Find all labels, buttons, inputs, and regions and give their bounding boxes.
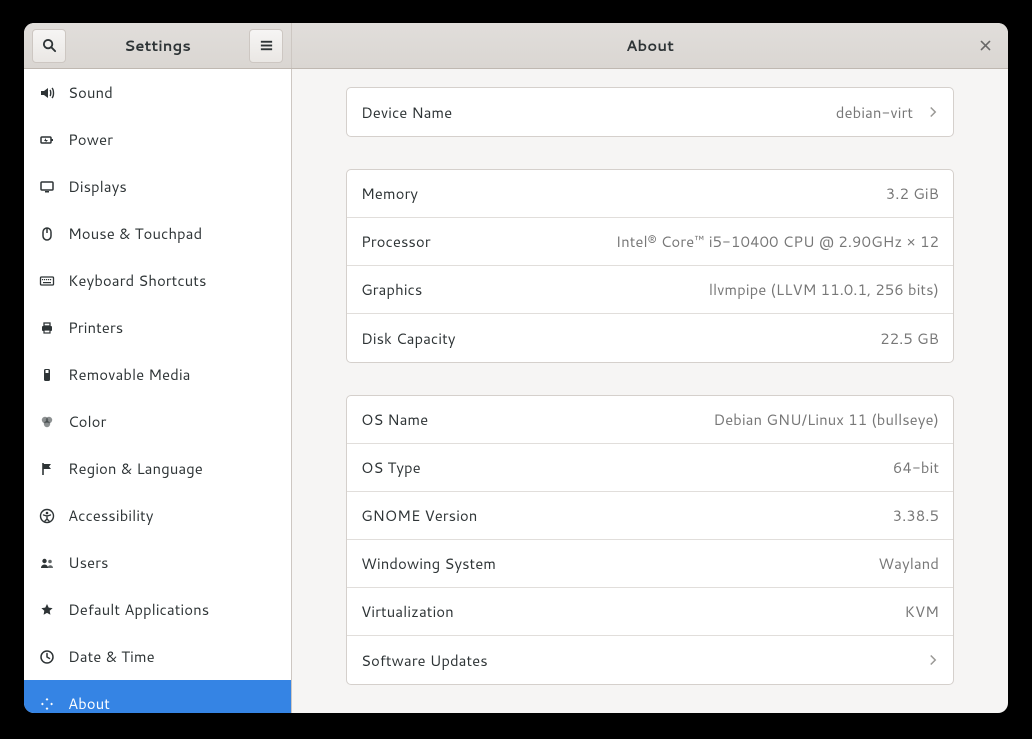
sidebar-item-region[interactable]: Region & Language (24, 445, 291, 492)
search-button[interactable] (32, 29, 66, 63)
hardware-panel: Memory 3.2 GiB Processor Intel® Core™ i5-10… (346, 169, 954, 363)
sidebar-item-label: Power (68, 129, 113, 150)
plus-icon (38, 695, 56, 713)
row-label: Windowing System (361, 553, 496, 574)
sidebar-item-default[interactable]: Default Applications (24, 586, 291, 633)
hardware-row-2: Graphics llvmpipe (LLVM 11.0.1, 256 bits) (347, 266, 953, 314)
sidebar-item-power[interactable]: Power (24, 116, 291, 163)
row-label: Memory (361, 183, 418, 204)
header-left: Settings (24, 23, 292, 68)
users-icon (38, 554, 56, 572)
os-row-3: Windowing System Wayland (347, 540, 953, 588)
accessibility-icon (38, 507, 56, 525)
page-title: About (292, 35, 1008, 56)
os-panel: OS NameDebian GNU/Linux 11 (bullseye)OS … (346, 395, 954, 685)
os-row-1: OS Type 64-bit (347, 444, 953, 492)
device-panel: Device Name debian-virt (346, 87, 954, 137)
chevron-right-icon (927, 106, 939, 118)
menu-button[interactable] (249, 29, 283, 63)
hardware-row-0: Memory 3.2 GiB (347, 170, 953, 218)
device-name-row[interactable]: Device Name debian-virt (347, 88, 953, 136)
about-content: Device Name debian-virt Memory 3.2 GiB Pro… (292, 69, 1008, 713)
speaker-icon (38, 84, 56, 102)
hardware-row-3: Disk Capacity 22.5 GB (347, 314, 953, 362)
row-value: Debian GNU/Linux 11 (bullseye) (713, 409, 939, 430)
device-name-label: Device Name (361, 102, 452, 123)
sidebar-item-printers[interactable]: Printers (24, 304, 291, 351)
color-icon (38, 413, 56, 431)
row-value: 22.5 GB (880, 328, 939, 349)
sidebar-item-label: Displays (68, 176, 127, 197)
clock-icon (38, 648, 56, 666)
sidebar-item-accessibility[interactable]: Accessibility (24, 492, 291, 539)
flag-icon (38, 460, 56, 478)
software-updates-label: Software Updates (361, 650, 488, 671)
sidebar-item-label: Mouse & Touchpad (68, 223, 202, 244)
sidebar-item-mouse[interactable]: Mouse & Touchpad (24, 210, 291, 257)
row-value: llvmpipe (LLVM 11.0.1, 256 bits) (709, 279, 939, 300)
sidebar: Sound Power Displays Mouse & Touchpad Keyboa… (24, 69, 292, 713)
software-updates-row[interactable]: Software Updates (347, 636, 953, 684)
sidebar-item-label: Region & Language (68, 458, 203, 479)
chevron-right-icon (927, 654, 939, 666)
row-label: Processor (361, 231, 431, 252)
sidebar-item-label: Keyboard Shortcuts (68, 270, 206, 291)
display-icon (38, 178, 56, 196)
sidebar-item-users[interactable]: Users (24, 539, 291, 586)
row-value: 64-bit (893, 457, 939, 478)
sidebar-item-datetime[interactable]: Date & Time (24, 633, 291, 680)
row-label: GNOME Version (361, 505, 477, 526)
removable-icon (38, 366, 56, 384)
close-button[interactable] (968, 29, 1002, 63)
battery-icon (38, 131, 56, 149)
row-label: OS Name (361, 409, 428, 430)
row-value: 3.38.5 (893, 505, 939, 526)
row-label: Graphics (361, 279, 422, 300)
sidebar-item-keyboard[interactable]: Keyboard Shortcuts (24, 257, 291, 304)
header-right: About (292, 23, 1008, 68)
sidebar-item-color[interactable]: Color (24, 398, 291, 445)
os-row-4: Virtualization KVM (347, 588, 953, 636)
os-row-0: OS Name Debian GNU/Linux 11 (bullseye) (347, 396, 953, 444)
sidebar-item-label: Removable Media (68, 364, 190, 385)
device-name-value: debian-virt (836, 102, 913, 123)
hardware-row-1: Processor Intel® Core™ i5-10400 CPU @ 2.9… (347, 218, 953, 266)
header-bar: Settings About (24, 23, 1008, 69)
sidebar-item-label: Printers (68, 317, 123, 338)
star-icon (38, 601, 56, 619)
row-label: Virtualization (361, 601, 454, 622)
sidebar-item-label: Sound (68, 82, 113, 103)
hamburger-icon (259, 38, 274, 53)
row-label: OS Type (361, 457, 421, 478)
sidebar-item-displays[interactable]: Displays (24, 163, 291, 210)
sidebar-item-about[interactable]: About (24, 680, 291, 713)
row-value: Intel® Core™ i5-10400 CPU @ 2.90GHz × 12 (616, 231, 939, 252)
close-icon (979, 39, 992, 52)
printer-icon (38, 319, 56, 337)
keyboard-icon (38, 272, 56, 290)
sidebar-item-label: Users (68, 552, 108, 573)
sidebar-item-removable[interactable]: Removable Media (24, 351, 291, 398)
row-value: Wayland (878, 553, 939, 574)
row-value: KVM (905, 601, 939, 622)
sidebar-item-label: Accessibility (68, 505, 154, 526)
sidebar-item-sound[interactable]: Sound (24, 69, 291, 116)
mouse-icon (38, 225, 56, 243)
sidebar-item-label: Color (68, 411, 106, 432)
sidebar-item-label: Date & Time (68, 646, 155, 667)
search-icon (42, 38, 57, 53)
row-value: 3.2 GiB (886, 183, 939, 204)
sidebar-item-label: Default Applications (68, 599, 209, 620)
os-row-2: GNOME Version 3.38.5 (347, 492, 953, 540)
row-label: Disk Capacity (361, 328, 456, 349)
sidebar-item-label: About (68, 693, 110, 713)
settings-window: Settings About Sound Power Displays Mouse &… (24, 23, 1008, 713)
